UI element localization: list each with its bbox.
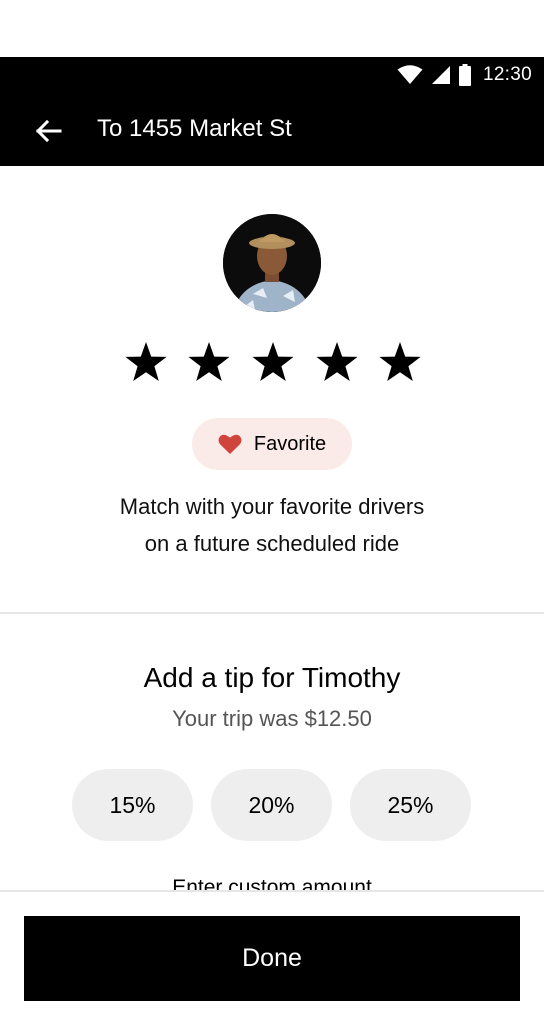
favorite-description-line-2: on a future scheduled ride <box>144 531 400 556</box>
tip-option-25[interactable]: 25% <box>350 769 471 841</box>
star-icon-1[interactable] <box>124 340 168 384</box>
done-button[interactable]: Done <box>24 916 520 1001</box>
heart-icon <box>218 434 242 454</box>
star-icon-2[interactable] <box>187 340 231 384</box>
status-icons: 12:30 <box>397 64 532 86</box>
favorite-description-line-1: Match with your favorite drivers <box>119 494 425 519</box>
wifi-icon <box>397 65 423 84</box>
status-bar: 12:30 <box>0 57 544 95</box>
star-icon-5[interactable] <box>378 340 422 384</box>
app-bar: To 1455 Market St <box>0 95 544 166</box>
back-button[interactable] <box>30 113 66 149</box>
arrow-left-icon <box>35 119 62 143</box>
tip-option-20[interactable]: 20% <box>211 769 332 841</box>
driver-avatar <box>223 214 321 312</box>
cell-signal-icon <box>431 66 450 84</box>
status-time: 12:30 <box>482 64 532 85</box>
favorite-label: Favorite <box>253 432 327 455</box>
trip-cost: Your trip was $12.50 <box>172 706 372 731</box>
bottom-panel: Done <box>0 890 544 1026</box>
favorite-description: Match with your favorite drivers on a fu… <box>0 488 544 562</box>
tip-title: Add a tip for Timothy <box>143 662 401 693</box>
page-title: To 1455 Market St <box>97 115 292 142</box>
battery-icon <box>458 64 471 86</box>
star-icon-3[interactable] <box>251 340 295 384</box>
rating-stars <box>124 340 424 386</box>
star-icon-4[interactable] <box>315 340 359 384</box>
tip-option-15[interactable]: 15% <box>72 769 193 841</box>
favorite-button[interactable]: Favorite <box>192 418 352 470</box>
section-divider <box>0 612 544 614</box>
top-spacer <box>0 0 544 57</box>
